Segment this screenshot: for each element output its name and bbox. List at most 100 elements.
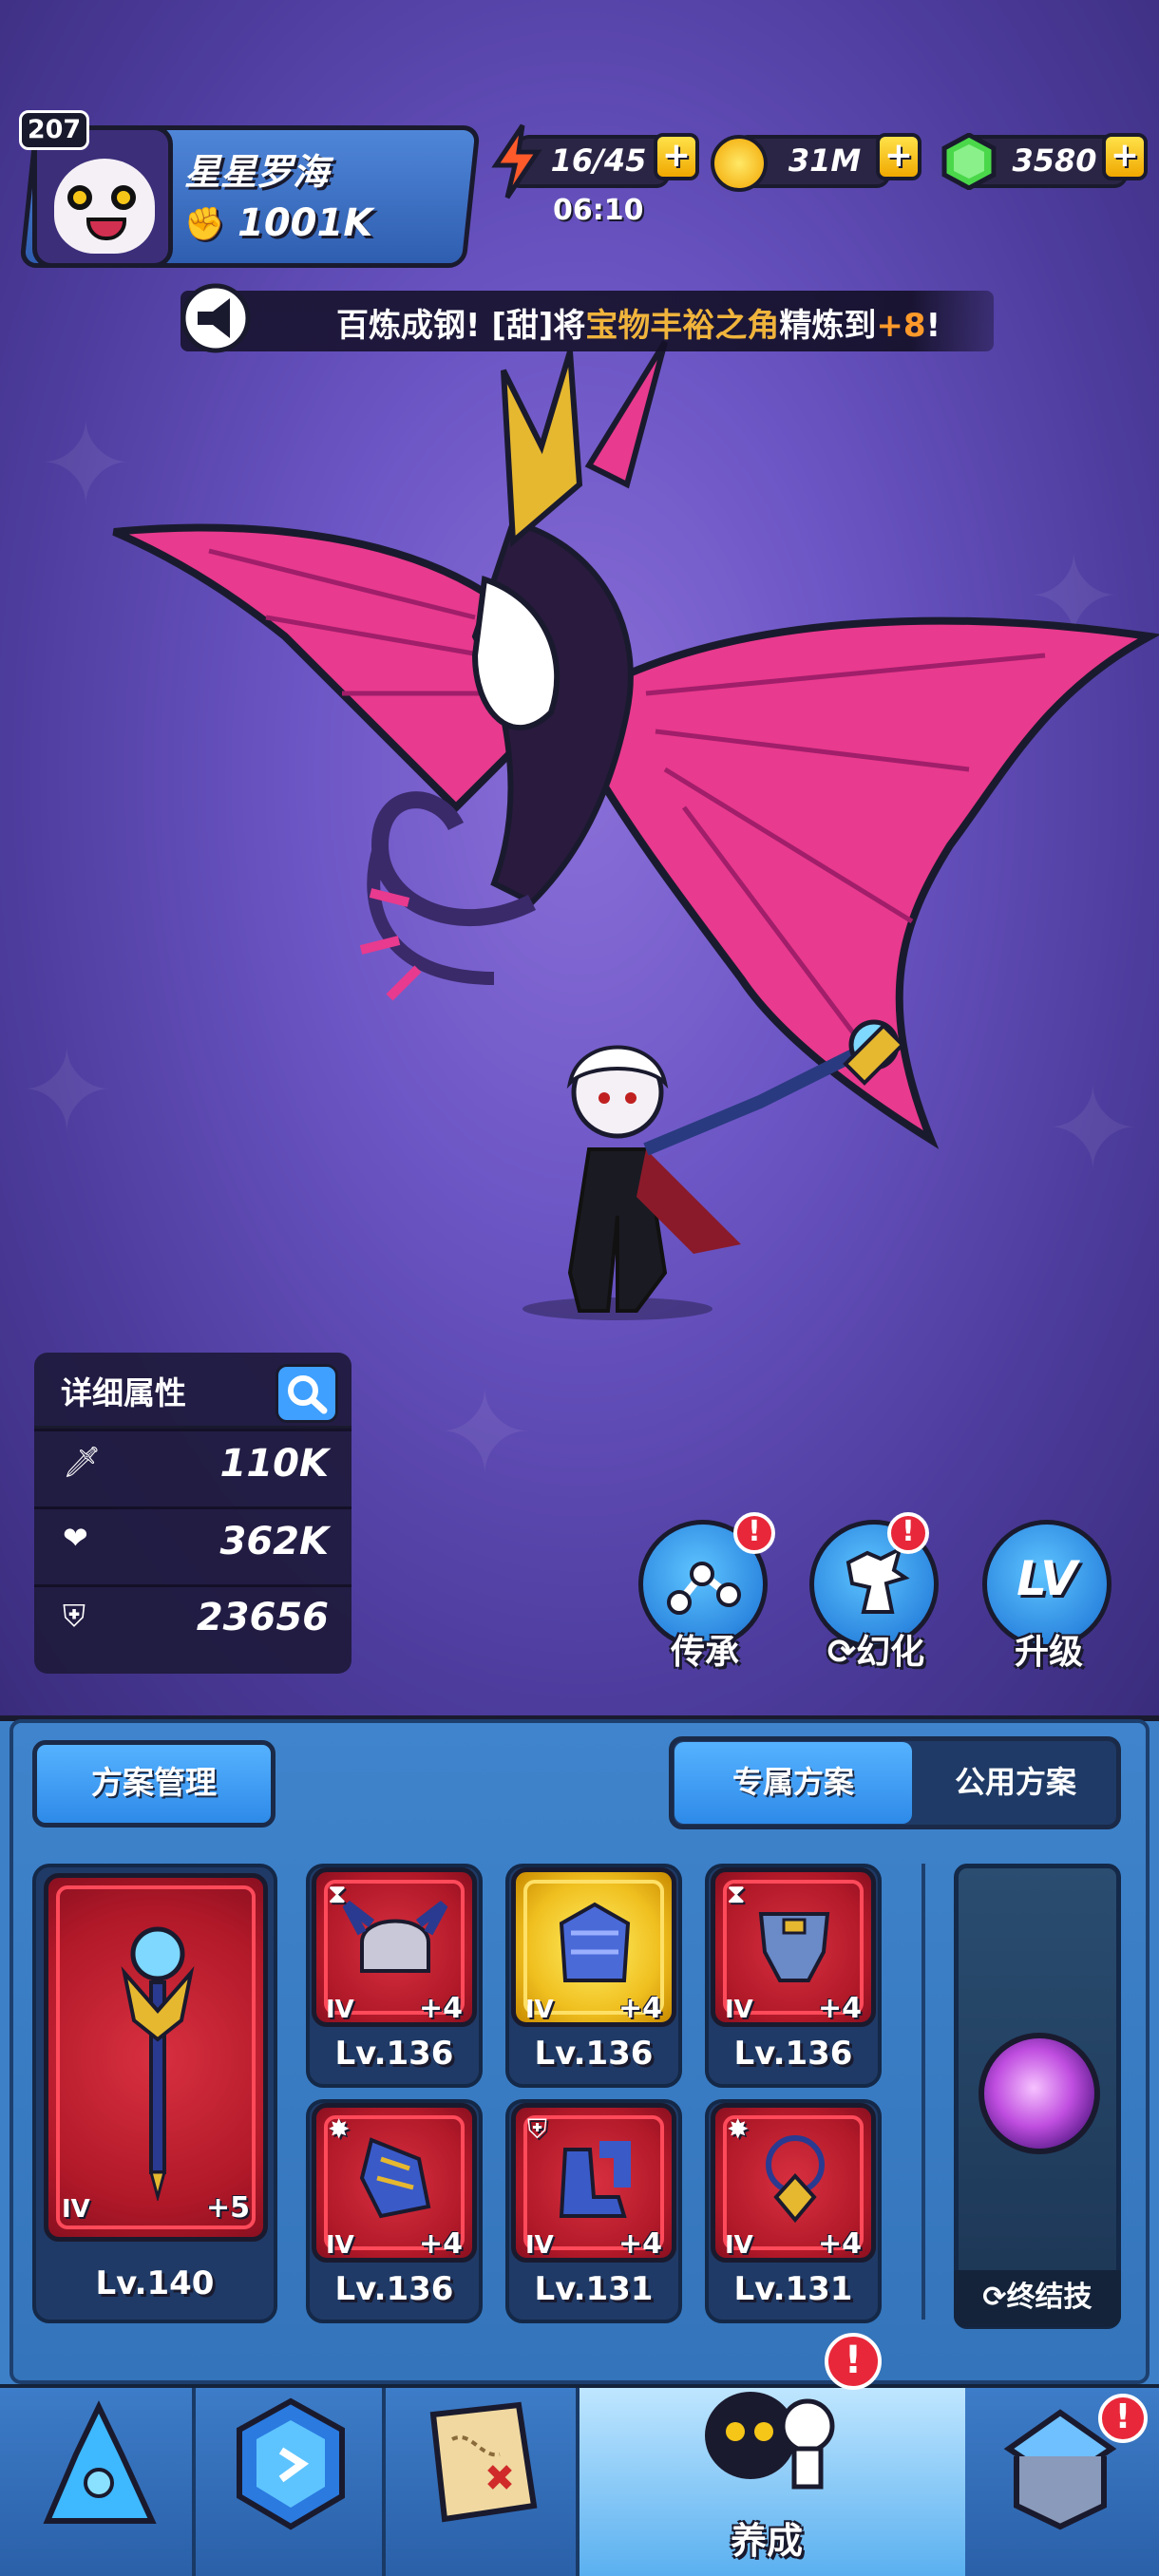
- energy-value: 16/45: [550, 142, 647, 179]
- gear-card[interactable]: IV +4 ⛨: [511, 2103, 676, 2263]
- search-icon: [288, 1375, 328, 1414]
- hero-character-art: [522, 1019, 905, 1320]
- defense-value: 23656: [196, 1596, 329, 1639]
- announcement-prefix: 百炼成钢! [甜]将: [336, 307, 586, 345]
- combat-power: 1001K: [238, 201, 373, 245]
- gear-tier: IV: [525, 2231, 554, 2260]
- heart-icon: ❤: [63, 1520, 88, 1556]
- final-skill-label-text: 终结技: [1006, 2281, 1092, 2314]
- slot-divider: [922, 1864, 925, 2320]
- stats-detail-button[interactable]: [276, 1364, 338, 1423]
- megaphone-icon: [180, 283, 251, 353]
- gear-card[interactable]: IV +4 ⧗: [711, 1867, 876, 2027]
- weapon-card[interactable]: IV +5: [44, 1873, 268, 2242]
- staff-art: [121, 1926, 195, 2201]
- final-skill-orb-icon: [978, 2033, 1100, 2154]
- hourglass-icon: ⧗: [727, 1878, 746, 1909]
- attack-value: 110K: [219, 1442, 330, 1486]
- avatar-face: [54, 159, 155, 254]
- transform-alert-badge: !: [887, 1512, 929, 1554]
- coin-icon: [711, 135, 768, 192]
- transform-button[interactable]: ⟳幻化 !: [809, 1512, 942, 1681]
- gems-value: 3580: [1012, 142, 1097, 179]
- weapon-tier: IV: [62, 2195, 90, 2224]
- gear-art: [559, 2141, 631, 2218]
- gear-level: Lv.136: [733, 2035, 853, 2073]
- gear-art: [766, 2135, 825, 2224]
- gear-tier: IV: [725, 1996, 753, 2024]
- nav-item-dungeon[interactable]: [196, 2388, 386, 2576]
- transform-label-text: 幻化: [856, 1633, 925, 1672]
- gear-plus: +4: [618, 1992, 662, 2025]
- hp-value: 362K: [219, 1520, 330, 1563]
- lightning-icon: [491, 123, 542, 199]
- gem-icon: [941, 133, 997, 190]
- gear-card[interactable]: IV +4: [511, 1867, 676, 2027]
- gear-tier: IV: [725, 2231, 753, 2260]
- gear-level: Lv.131: [733, 2270, 853, 2308]
- gear-level: Lv.136: [534, 2035, 654, 2073]
- energy-timer: 06:10: [553, 194, 644, 227]
- gear-art: [343, 1901, 448, 1973]
- gear-level: Lv.136: [334, 2035, 454, 2073]
- inherit-alert-badge: !: [733, 1512, 775, 1554]
- avatar-mouth: [86, 218, 126, 240]
- gear-art: [559, 1902, 631, 1982]
- announcement-text: 百炼成钢! [甜]将宝物丰裕之角精炼到+8!: [336, 299, 940, 346]
- gear-card[interactable]: IV +4 ⧗: [312, 1867, 477, 2027]
- transform-label: ⟳幻化: [800, 1624, 952, 1674]
- player-name: 星星罗海: [184, 151, 330, 193]
- player-level-badge: 207: [19, 110, 89, 150]
- announcement-suffix: !: [925, 307, 941, 345]
- gear-art: [758, 1912, 830, 1982]
- inherit-button[interactable]: 传承 !: [638, 1512, 775, 1681]
- add-energy-button[interactable]: +: [654, 133, 699, 180]
- nav-item-map[interactable]: [386, 2388, 580, 2576]
- announcement-middle: 精炼到: [779, 307, 877, 345]
- stats-title: 详细属性: [61, 1374, 186, 1411]
- crystal-spire-icon: [43, 2400, 157, 2524]
- burst-icon: ✸: [727, 2113, 750, 2145]
- swap-icon: ⟳: [982, 2281, 1007, 2314]
- gear-tier: IV: [326, 1996, 354, 2024]
- weapon-level: Lv.140: [95, 2264, 215, 2302]
- add-coins-button[interactable]: +: [876, 133, 922, 180]
- base-alert-badge: !: [1098, 2394, 1148, 2443]
- nav-label-develop: 养成: [730, 2520, 803, 2562]
- announcement-item: 宝物丰裕之角: [585, 307, 780, 345]
- gear-level: Lv.136: [334, 2270, 454, 2308]
- hourglass-icon: ⧗: [328, 1878, 347, 1909]
- avatar-eye: [111, 185, 136, 210]
- sword-icon: 🗡: [63, 1444, 102, 1480]
- burst-icon: ✸: [328, 2113, 351, 2145]
- announcement-level: +8: [876, 307, 926, 345]
- gear-level: Lv.131: [534, 2270, 654, 2308]
- gear-plus: +4: [817, 1992, 862, 2025]
- shield-icon: ⛨: [63, 1598, 86, 1634]
- gear-tier: IV: [326, 2231, 354, 2260]
- coins-value: 31M: [788, 142, 862, 179]
- gear-card[interactable]: IV +4 ✸: [711, 2103, 876, 2263]
- hexagon-portal-icon: [237, 2397, 345, 2530]
- gear-art: [359, 2137, 431, 2219]
- gear-card[interactable]: IV +4 ✸: [312, 2103, 477, 2263]
- refresh-icon: ⟳: [826, 1633, 857, 1672]
- fist-icon: ✊: [184, 205, 225, 243]
- add-gems-button[interactable]: +: [1102, 133, 1148, 180]
- lv-up-icon: LV: [1016, 1551, 1077, 1606]
- nav-item-battle[interactable]: [0, 2388, 196, 2576]
- final-skill-label: ⟳终结技: [954, 2270, 1121, 2327]
- gear-plus: +4: [817, 2227, 862, 2261]
- tab-public-plan[interactable]: 公用方案: [914, 1742, 1117, 1824]
- upgrade-button[interactable]: LV 升级: [982, 1520, 1115, 1681]
- tab-exclusive-plan[interactable]: 专属方案: [674, 1742, 912, 1824]
- plan-manage-button[interactable]: 方案管理: [32, 1740, 276, 1828]
- shield-icon: ⛨: [527, 2113, 548, 2145]
- gear-plus: +4: [418, 1992, 463, 2025]
- bg-pattern: ✦: [437, 1368, 533, 1500]
- avatar-eye: [67, 185, 92, 210]
- gear-plus: +4: [418, 2227, 463, 2261]
- gear-tier: IV: [525, 1996, 554, 2024]
- weapon-plus: +5: [205, 2191, 250, 2225]
- gear-plus: +4: [618, 2227, 662, 2261]
